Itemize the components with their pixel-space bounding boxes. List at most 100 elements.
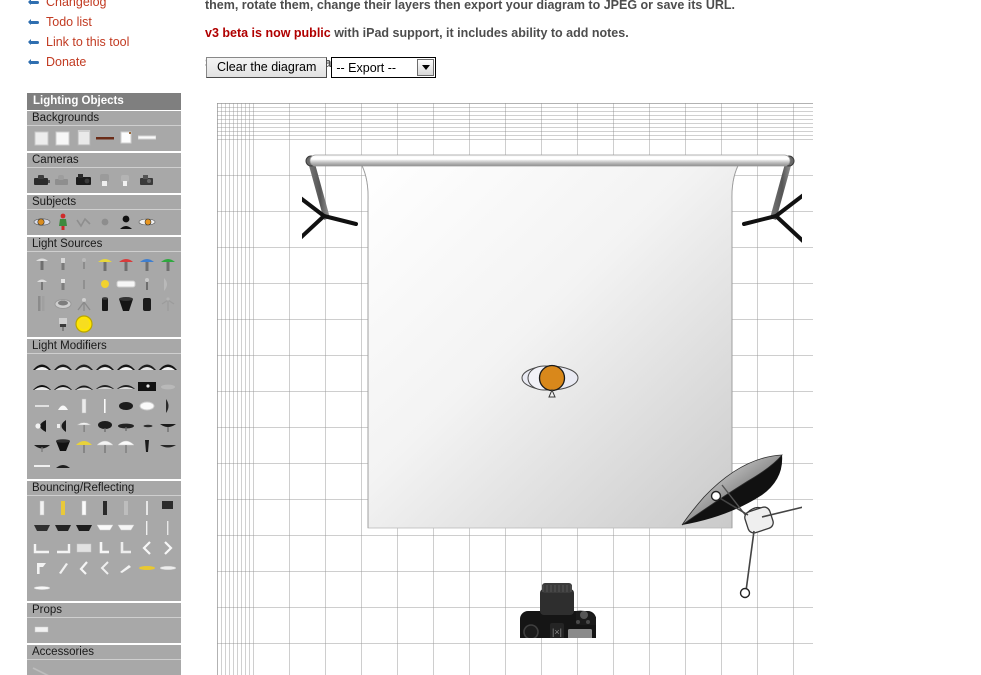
- accessory-pole-icon[interactable]: [31, 662, 52, 675]
- umbrella-yellow-icon[interactable]: [73, 436, 94, 456]
- line-thin-2-icon[interactable]: [157, 518, 178, 538]
- panel-line-icon[interactable]: [94, 396, 115, 416]
- cone-black-icon[interactable]: [115, 294, 136, 314]
- bg-plain-white-icon[interactable]: [52, 128, 73, 148]
- reflector-edge-icon[interactable]: [157, 396, 178, 416]
- reflector-bar-icon[interactable]: [157, 436, 178, 456]
- export-select[interactable]: -- Export --: [331, 57, 437, 78]
- nav-link-link-to-this-tool[interactable]: Link to this tool: [28, 32, 188, 52]
- dish-oval-icon[interactable]: [94, 416, 115, 436]
- dish-dark-icon[interactable]: [115, 396, 136, 416]
- camera-dslr-grey-icon[interactable]: [52, 170, 73, 190]
- bg-bar-brown-icon[interactable]: [94, 128, 115, 148]
- softbox-10-icon[interactable]: [73, 376, 94, 396]
- nav-link-donate[interactable]: Donate: [28, 52, 188, 72]
- bounce-angle-4-icon[interactable]: [94, 558, 115, 578]
- camera-body-light-icon[interactable]: [115, 170, 136, 190]
- bounce-angle-2-icon[interactable]: [52, 558, 73, 578]
- bounce-panel-icon[interactable]: [73, 538, 94, 558]
- clear-diagram-button[interactable]: Clear the diagram: [206, 57, 328, 78]
- flag-block-icon[interactable]: [157, 498, 178, 518]
- speedlight-grey-icon[interactable]: [52, 254, 73, 274]
- bulb-small-icon[interactable]: [73, 254, 94, 274]
- softbox-3-icon[interactable]: [73, 356, 94, 376]
- subject-pose-grey-icon[interactable]: [73, 212, 94, 232]
- camera-dslr-side-icon[interactable]: [136, 170, 157, 190]
- softbox-11-icon[interactable]: [94, 376, 115, 396]
- softbox-1-icon[interactable]: [31, 356, 52, 376]
- vflat-white-2-icon[interactable]: [115, 518, 136, 538]
- strip-thin-icon[interactable]: [31, 396, 52, 416]
- tripod-light-icon[interactable]: [73, 294, 94, 314]
- dish-flat-icon[interactable]: [115, 416, 136, 436]
- flag-thin-icon[interactable]: [136, 498, 157, 518]
- flash-head-yellow-icon[interactable]: [94, 254, 115, 274]
- stand-thin-icon[interactable]: [31, 314, 52, 334]
- bounce-arrow-l-icon[interactable]: [136, 538, 157, 558]
- bulb-round-yellow-icon[interactable]: [94, 274, 115, 294]
- softbox-4-icon[interactable]: [94, 356, 115, 376]
- flash-head-red-icon[interactable]: [115, 254, 136, 274]
- bulb-round-highlight-icon[interactable]: [73, 314, 94, 334]
- bg-small-white-icon[interactable]: [115, 128, 136, 148]
- barrel-black-icon[interactable]: [94, 294, 115, 314]
- flag-yellow-icon[interactable]: [52, 498, 73, 518]
- flash-head-blue-icon[interactable]: [136, 254, 157, 274]
- dish-wide-icon[interactable]: [157, 416, 178, 436]
- bounce-angle-3-icon[interactable]: [73, 558, 94, 578]
- softbox-9-icon[interactable]: [52, 376, 73, 396]
- subject-head-orange-icon[interactable]: [31, 212, 52, 232]
- softbox-screen-icon[interactable]: [136, 376, 157, 396]
- bg-bar-white-icon[interactable]: [136, 128, 157, 148]
- dish-small-icon[interactable]: [157, 376, 178, 396]
- bounce-angle-1-icon[interactable]: [31, 558, 52, 578]
- panel-grey-icon[interactable]: [157, 274, 178, 294]
- bg-plain-light-icon[interactable]: [31, 128, 52, 148]
- bounce-v-icon[interactable]: [52, 538, 73, 558]
- vflat-dark-3-icon[interactable]: [73, 518, 94, 538]
- softbox-12-icon[interactable]: [115, 376, 136, 396]
- diagram-canvas[interactable]: |×|: [217, 103, 813, 675]
- flag-light-icon[interactable]: [73, 498, 94, 518]
- camera-body-grey-icon[interactable]: [94, 170, 115, 190]
- vflat-dark-1-icon[interactable]: [31, 518, 52, 538]
- bounce-corner-1-icon[interactable]: [94, 538, 115, 558]
- strip-white-icon[interactable]: [52, 396, 73, 416]
- beauty-dish-l-icon[interactable]: [31, 416, 52, 436]
- umbrella-thin-icon[interactable]: [73, 416, 94, 436]
- flag-dark-icon[interactable]: [94, 498, 115, 518]
- cylinder-black-icon[interactable]: [136, 294, 157, 314]
- softbox-5-icon[interactable]: [115, 356, 136, 376]
- ringflash-grey-icon[interactable]: [52, 294, 73, 314]
- camera-dslr-black-icon[interactable]: [73, 170, 94, 190]
- umbrella-white-2-icon[interactable]: [115, 436, 136, 456]
- line-thin-1-icon[interactable]: [136, 518, 157, 538]
- bar-dark-icon[interactable]: [52, 456, 73, 476]
- tube-pair-icon[interactable]: [31, 294, 52, 314]
- subject-person-red-icon[interactable]: [52, 212, 73, 232]
- striplight-white-icon[interactable]: [115, 274, 136, 294]
- vflat-white-1-icon[interactable]: [94, 518, 115, 538]
- panel-narrow-icon[interactable]: [73, 396, 94, 416]
- lamp-grey-icon[interactable]: [31, 274, 52, 294]
- beauty-dish-r-icon[interactable]: [52, 416, 73, 436]
- bounce-gold-icon[interactable]: [136, 558, 157, 578]
- umbrella-dark-icon[interactable]: [31, 436, 52, 456]
- bounce-l-icon[interactable]: [31, 538, 52, 558]
- flag-white-icon[interactable]: [31, 498, 52, 518]
- bounce-corner-2-icon[interactable]: [115, 538, 136, 558]
- subject-head-amber-icon[interactable]: [136, 212, 157, 232]
- prop-box-white-icon[interactable]: [31, 620, 52, 640]
- bar-thin-icon[interactable]: [31, 456, 52, 476]
- softbox-8-icon[interactable]: [31, 376, 52, 396]
- softbox-7-icon[interactable]: [157, 356, 178, 376]
- bulb-stand-icon[interactable]: [136, 274, 157, 294]
- snoot-black-icon[interactable]: [52, 436, 73, 456]
- bounce-arrow-r-icon[interactable]: [157, 538, 178, 558]
- camera-dslr-dark-icon[interactable]: [31, 170, 52, 190]
- bg-roll-grey-icon[interactable]: [73, 128, 94, 148]
- subject-bust-black-icon[interactable]: [115, 212, 136, 232]
- nav-link-changelog[interactable]: Changelog: [28, 0, 188, 12]
- bounce-angle-5-icon[interactable]: [115, 558, 136, 578]
- vflat-dark-2-icon[interactable]: [52, 518, 73, 538]
